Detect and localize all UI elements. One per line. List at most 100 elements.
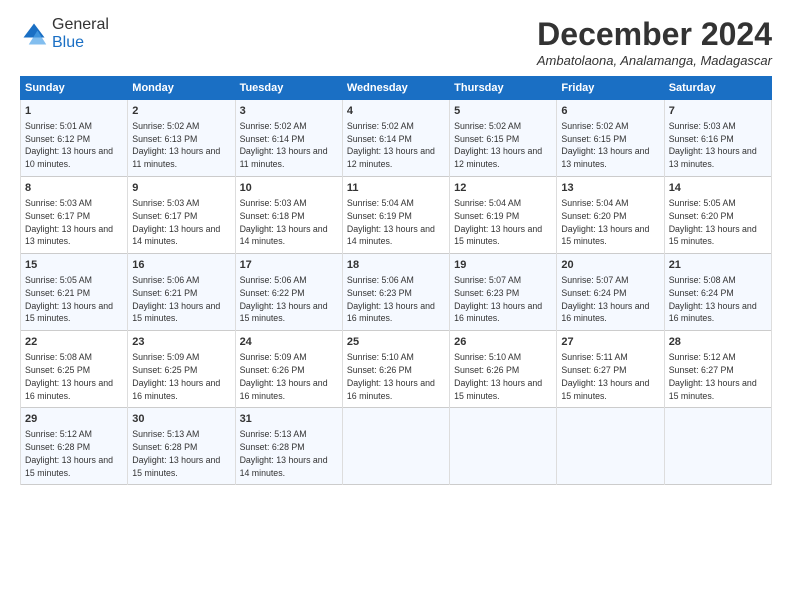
- sunrise-text: Sunrise: 5:04 AM: [454, 198, 521, 208]
- day-number: 28: [669, 335, 767, 350]
- day-number: 4: [347, 104, 445, 119]
- daylight-label: Daylight: 13 hours and 15 minutes.: [132, 455, 220, 478]
- sunrise-text: Sunrise: 5:06 AM: [132, 275, 199, 285]
- sunset-text: Sunset: 6:19 PM: [347, 211, 412, 221]
- sunrise-text: Sunrise: 5:03 AM: [132, 198, 199, 208]
- day-number: 1: [25, 104, 123, 119]
- sunset-text: Sunset: 6:19 PM: [454, 211, 519, 221]
- header-friday: Friday: [557, 77, 664, 100]
- header-sunday: Sunday: [21, 77, 128, 100]
- calendar-cell: 11Sunrise: 5:04 AMSunset: 6:19 PMDayligh…: [342, 177, 449, 254]
- sunrise-text: Sunrise: 5:11 AM: [561, 352, 627, 362]
- calendar-cell: 13Sunrise: 5:04 AMSunset: 6:20 PMDayligh…: [557, 177, 664, 254]
- daylight-label: Daylight: 13 hours and 11 minutes.: [240, 146, 328, 169]
- sunset-text: Sunset: 6:24 PM: [669, 288, 734, 298]
- daylight-label: Daylight: 13 hours and 16 minutes.: [347, 301, 435, 324]
- daylight-label: Daylight: 13 hours and 16 minutes.: [347, 378, 435, 401]
- day-number: 24: [240, 335, 338, 350]
- sunrise-text: Sunrise: 5:05 AM: [25, 275, 92, 285]
- header-saturday: Saturday: [664, 77, 771, 100]
- sunset-text: Sunset: 6:21 PM: [25, 288, 90, 298]
- day-number: 2: [132, 104, 230, 119]
- week-row-3: 15 Sunrise: 5:05 AM Sunset: 6:21 PM Dayligh…: [21, 254, 772, 331]
- day-number: 12: [454, 181, 552, 196]
- daylight-label: Daylight: 13 hours and 15 minutes.: [669, 378, 757, 401]
- calendar-cell: 28 Sunrise: 5:12 AM Sunset: 6:27 PM Dayligh…: [664, 331, 771, 408]
- calendar-page: General Blue December 2024 Ambatolaona, …: [0, 0, 792, 612]
- location-text: Ambatolaona, Analamanga, Madagascar: [537, 53, 772, 68]
- daylight-label: Daylight: 13 hours and 16 minutes.: [132, 378, 220, 401]
- day-number: 13: [561, 181, 659, 196]
- logo: General Blue: [20, 16, 109, 52]
- sunrise-text: Sunrise: 5:07 AM: [561, 275, 628, 285]
- day-number: 8: [25, 181, 123, 196]
- sunset-text: Sunset: 6:25 PM: [132, 365, 197, 375]
- sunset-text: Sunset: 6:17 PM: [132, 211, 197, 221]
- daylight-label: Daylight: 13 hours and 16 minutes.: [240, 378, 328, 401]
- calendar-cell: 20Sunrise: 5:07 AMSunset: 6:24 PMDayligh…: [557, 254, 664, 331]
- calendar-cell: 7Sunrise: 5:03 AMSunset: 6:16 PMDaylight…: [664, 100, 771, 177]
- sunrise-text: Sunrise: 5:02 AM: [561, 121, 628, 131]
- daylight-label: Daylight: 13 hours and 12 minutes.: [347, 146, 435, 169]
- sunrise-text: Sunrise: 5:04 AM: [347, 198, 414, 208]
- calendar-cell: 26Sunrise: 5:10 AMSunset: 6:26 PMDayligh…: [450, 331, 557, 408]
- sunrise-text: Sunrise: 5:02 AM: [240, 121, 307, 131]
- sunset-text: Sunset: 6:15 PM: [561, 134, 626, 144]
- calendar-cell: 18Sunrise: 5:06 AMSunset: 6:23 PMDayligh…: [342, 254, 449, 331]
- sunrise-text: Sunrise: 5:08 AM: [25, 352, 92, 362]
- sunrise-text: Sunrise: 5:03 AM: [25, 198, 92, 208]
- calendar-cell: 1 Sunrise: 5:01 AM Sunset: 6:12 PM Daylight…: [21, 100, 128, 177]
- sunrise-text: Sunrise: 5:01 AM: [25, 121, 92, 131]
- sunset-text: Sunset: 6:14 PM: [240, 134, 305, 144]
- day-number: 21: [669, 258, 767, 273]
- sunrise-text: Sunrise: 5:03 AM: [669, 121, 736, 131]
- daylight-label: Daylight: 13 hours and 10 minutes.: [25, 146, 113, 169]
- calendar-cell: 14Sunrise: 5:05 AMSunset: 6:20 PMDayligh…: [664, 177, 771, 254]
- calendar-cell: 15Sunrise: 5:05 AMSunset: 6:21 PMDayligh…: [21, 254, 128, 331]
- header-row: SundayMondayTuesdayWednesdayThursdayFrid…: [21, 77, 772, 100]
- sunrise-text: Sunrise: 5:03 AM: [240, 198, 307, 208]
- day-number: 30: [132, 412, 230, 427]
- sunrise-text: Sunrise: 5:12 AM: [669, 352, 736, 362]
- calendar-table: SundayMondayTuesdayWednesdayThursdayFrid…: [20, 76, 772, 485]
- sunset-text: Sunset: 6:22 PM: [240, 288, 305, 298]
- sunrise-text: Sunrise: 5:06 AM: [240, 275, 307, 285]
- day-number: 15: [25, 258, 123, 273]
- day-number: 14: [669, 181, 767, 196]
- calendar-cell: 12Sunrise: 5:04 AMSunset: 6:19 PMDayligh…: [450, 177, 557, 254]
- sunset-text: Sunset: 6:23 PM: [454, 288, 519, 298]
- calendar-cell: 4Sunrise: 5:02 AMSunset: 6:14 PMDaylight…: [342, 100, 449, 177]
- calendar-cell: 29Sunrise: 5:12 AMSunset: 6:28 PMDayligh…: [21, 408, 128, 485]
- daylight-label: Daylight: 13 hours and 14 minutes.: [132, 224, 220, 247]
- logo-general-text: General: [52, 16, 109, 33]
- daylight-label: Daylight: 13 hours and 15 minutes.: [25, 455, 113, 478]
- sunrise-text: Sunrise: 5:13 AM: [132, 429, 199, 439]
- sunset-text: Sunset: 6:27 PM: [669, 365, 734, 375]
- calendar-cell: [342, 408, 449, 485]
- calendar-cell: 31Sunrise: 5:13 AMSunset: 6:28 PMDayligh…: [235, 408, 342, 485]
- sunset-text: Sunset: 6:12 PM: [25, 134, 90, 144]
- day-number: 16: [132, 258, 230, 273]
- sunset-text: Sunset: 6:15 PM: [454, 134, 519, 144]
- daylight-label: Daylight: 13 hours and 15 minutes.: [561, 378, 649, 401]
- header-wednesday: Wednesday: [342, 77, 449, 100]
- week-row-5: 29Sunrise: 5:12 AMSunset: 6:28 PMDayligh…: [21, 408, 772, 485]
- day-number: 22: [25, 335, 123, 350]
- daylight-label: Daylight: 13 hours and 16 minutes.: [561, 301, 649, 324]
- daylight-label: Daylight: 13 hours and 15 minutes.: [561, 224, 649, 247]
- logo-blue-text: Blue: [52, 34, 84, 51]
- logo-text: General Blue: [52, 16, 109, 52]
- day-number: 17: [240, 258, 338, 273]
- sunrise-text: Sunrise: 5:05 AM: [669, 198, 736, 208]
- calendar-cell: [557, 408, 664, 485]
- calendar-cell: 21Sunrise: 5:08 AMSunset: 6:24 PMDayligh…: [664, 254, 771, 331]
- sunset-text: Sunset: 6:21 PM: [132, 288, 197, 298]
- sunset-text: Sunset: 6:27 PM: [561, 365, 626, 375]
- daylight-label: Daylight: 13 hours and 15 minutes.: [132, 301, 220, 324]
- calendar-cell: 24Sunrise: 5:09 AMSunset: 6:26 PMDayligh…: [235, 331, 342, 408]
- week-row-4: 22 Sunrise: 5:08 AM Sunset: 6:25 PM Dayligh…: [21, 331, 772, 408]
- sunset-text: Sunset: 6:23 PM: [347, 288, 412, 298]
- sunrise-text: Sunrise: 5:02 AM: [132, 121, 199, 131]
- header-tuesday: Tuesday: [235, 77, 342, 100]
- daylight-label: Daylight: 13 hours and 15 minutes.: [669, 224, 757, 247]
